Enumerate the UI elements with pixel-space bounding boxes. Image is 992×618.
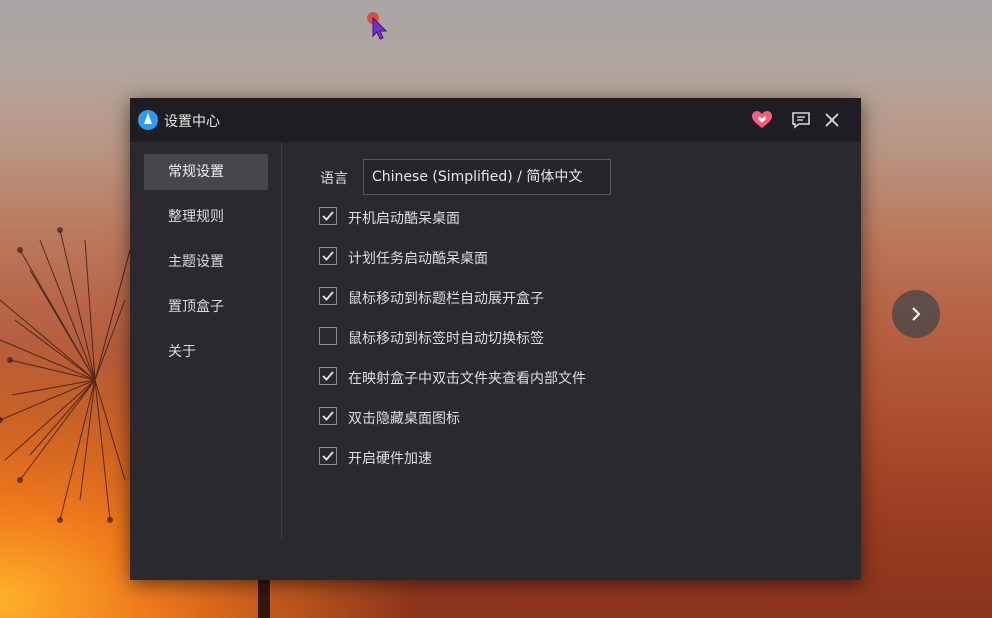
chevron-right-icon bbox=[912, 307, 921, 321]
mouse-pointer-icon bbox=[364, 10, 392, 42]
chat-bubble-icon[interactable] bbox=[790, 109, 812, 131]
next-slide-button[interactable] bbox=[892, 290, 940, 338]
checkbox[interactable] bbox=[319, 447, 337, 465]
option-label: 开启硬件加速 bbox=[348, 451, 432, 467]
close-icon[interactable] bbox=[821, 109, 843, 131]
option-label: 开机启动酷呆桌面 bbox=[348, 211, 460, 227]
sidebar-item-about[interactable]: 关于 bbox=[144, 334, 268, 370]
option-label: 鼠标移动到标题栏自动展开盒子 bbox=[348, 291, 544, 307]
sidebar-item-organize-rules[interactable]: 整理规则 bbox=[144, 199, 268, 235]
checkbox[interactable] bbox=[319, 367, 337, 385]
settings-window: 设置中心 常规设置 整理规则 主题设置 置顶盒子 关于 语言 Chinese (… bbox=[130, 98, 861, 580]
title-bar[interactable]: 设置中心 bbox=[130, 98, 861, 142]
sidebar-item-general[interactable]: 常规设置 bbox=[144, 154, 268, 190]
language-label: 语言 bbox=[320, 171, 348, 187]
sidebar-item-pinned-boxes[interactable]: 置顶盒子 bbox=[144, 289, 268, 325]
checkbox[interactable] bbox=[319, 287, 337, 305]
general-settings-panel: 语言 Chinese (Simplified) / 简体中文 开机启动酷呆桌面 … bbox=[282, 142, 861, 580]
desktop-background: 设置中心 常规设置 整理规则 主题设置 置顶盒子 关于 语言 Chinese (… bbox=[0, 0, 992, 618]
window-title: 设置中心 bbox=[164, 114, 220, 130]
option-label: 在映射盒子中双击文件夹查看内部文件 bbox=[348, 371, 586, 387]
sidebar-item-theme[interactable]: 主题设置 bbox=[144, 244, 268, 280]
option-label: 计划任务启动酷呆桌面 bbox=[348, 251, 488, 267]
language-select[interactable]: Chinese (Simplified) / 简体中文 bbox=[363, 159, 611, 195]
checkbox[interactable] bbox=[319, 327, 337, 345]
heart-icon[interactable] bbox=[751, 109, 773, 131]
checkbox[interactable] bbox=[319, 247, 337, 265]
option-label: 双击隐藏桌面图标 bbox=[348, 411, 460, 427]
checkbox[interactable] bbox=[319, 207, 337, 225]
app-logo-icon bbox=[138, 110, 158, 130]
settings-sidebar: 常规设置 整理规则 主题设置 置顶盒子 关于 bbox=[130, 142, 281, 580]
checkbox[interactable] bbox=[319, 407, 337, 425]
option-label: 鼠标移动到标签时自动切换标签 bbox=[348, 331, 544, 347]
